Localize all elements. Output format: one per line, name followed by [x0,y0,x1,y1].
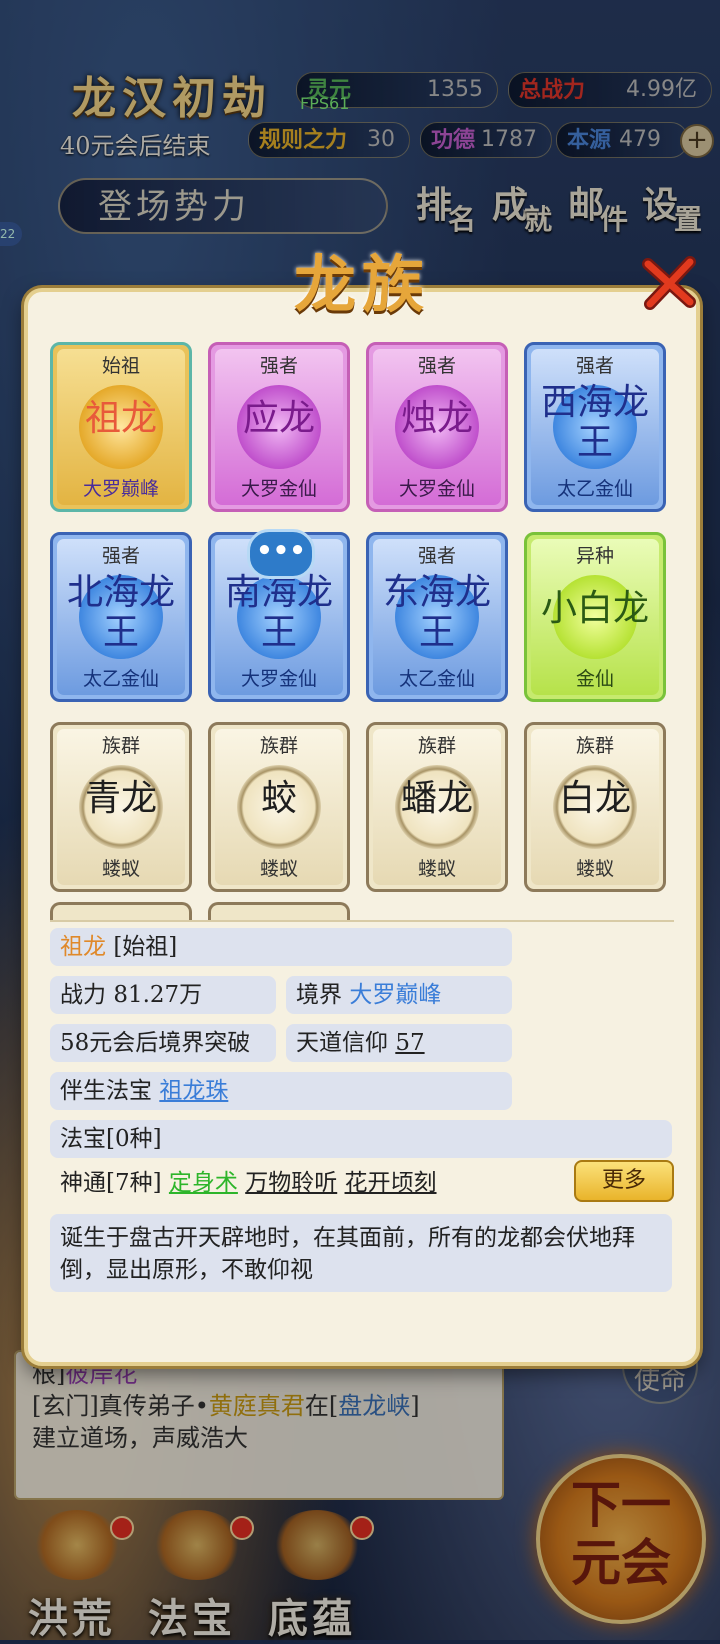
faith-row: 天道信仰 57 [286,1024,512,1062]
member-card-zhulong[interactable]: 强者 烛龙 大罗金仙 [366,342,508,512]
member-description: 诞生于盘古开天辟地时，在其面前，所有的龙都会伏地拜倒，显出原形，不敢仰视 [50,1214,672,1292]
member-card-donghai[interactable]: 强者 东海龙王 太乙金仙 [366,532,508,702]
member-rank: [始祖] [113,934,178,960]
member-card-qinglong[interactable]: 族群 青龙 蝼蚁 [50,722,192,892]
member-name-row: 祖龙 [始祖] [50,928,512,966]
power-value: 81.27万 [113,982,203,1008]
skills-row: 神通[7种] 定身术 万物聆听 花开顷刻 [60,1170,437,1196]
clan-dialog: 龙族 始祖 祖龙 大罗巅峰 强者 应龙 大罗金仙 强者 烛龙 大罗金仙 强者 西… [24,248,700,1366]
dialog-title: 龙族 [293,248,430,321]
skill-link[interactable]: 花开顷刻 [345,1170,437,1196]
artifacts-row: 法宝[0种] [50,1120,672,1158]
divider [50,920,674,922]
member-card-partial[interactable] [50,902,192,922]
member-card-xihai[interactable]: 强者 西海龙王 太乙金仙 [524,342,666,512]
member-card-yinglong[interactable]: 强者 应龙 大罗金仙 [208,342,350,512]
companion-treasure-link[interactable]: 祖龙珠 [159,1078,228,1104]
close-icon[interactable] [638,252,700,314]
member-card-beihai[interactable]: 强者 北海龙王 太乙金仙 [50,532,192,702]
companion-treasure-row: 伴生法宝 祖龙珠 [50,1072,512,1110]
member-card-xiaobailong[interactable]: 异种 小白龙 金仙 [524,532,666,702]
member-card-partial[interactable] [208,902,350,922]
member-card-jiao[interactable]: 族群 蛟 蝼蚁 [208,722,350,892]
more-skills-button[interactable]: 更多 [574,1160,674,1202]
skill-link[interactable]: 万物聆听 [245,1170,337,1196]
chat-bubble-icon[interactable]: ••• [247,529,315,579]
realm-value: 大罗巅峰 [349,982,442,1008]
faith-value[interactable]: 57 [395,1030,424,1056]
member-card-zulong[interactable]: 始祖 祖龙 大罗巅峰 [50,342,192,512]
breakthrough-row: 58元会后境界突破 [50,1024,276,1062]
member-card-bailong[interactable]: 族群 白龙 蝼蚁 [524,722,666,892]
realm-row: 境界 大罗巅峰 [286,976,512,1014]
member-card-nanhai[interactable]: 南海龙王 大罗金仙 ••• [208,529,350,702]
member-name: 祖龙 [60,934,106,960]
member-grid: 始祖 祖龙 大罗巅峰 强者 应龙 大罗金仙 强者 烛龙 大罗金仙 强者 西海龙王… [50,342,666,922]
skill-link[interactable]: 定身术 [169,1170,238,1196]
member-card-panlong[interactable]: 族群 蟠龙 蝼蚁 [366,722,508,892]
power-row: 战力 81.27万 [50,976,276,1014]
